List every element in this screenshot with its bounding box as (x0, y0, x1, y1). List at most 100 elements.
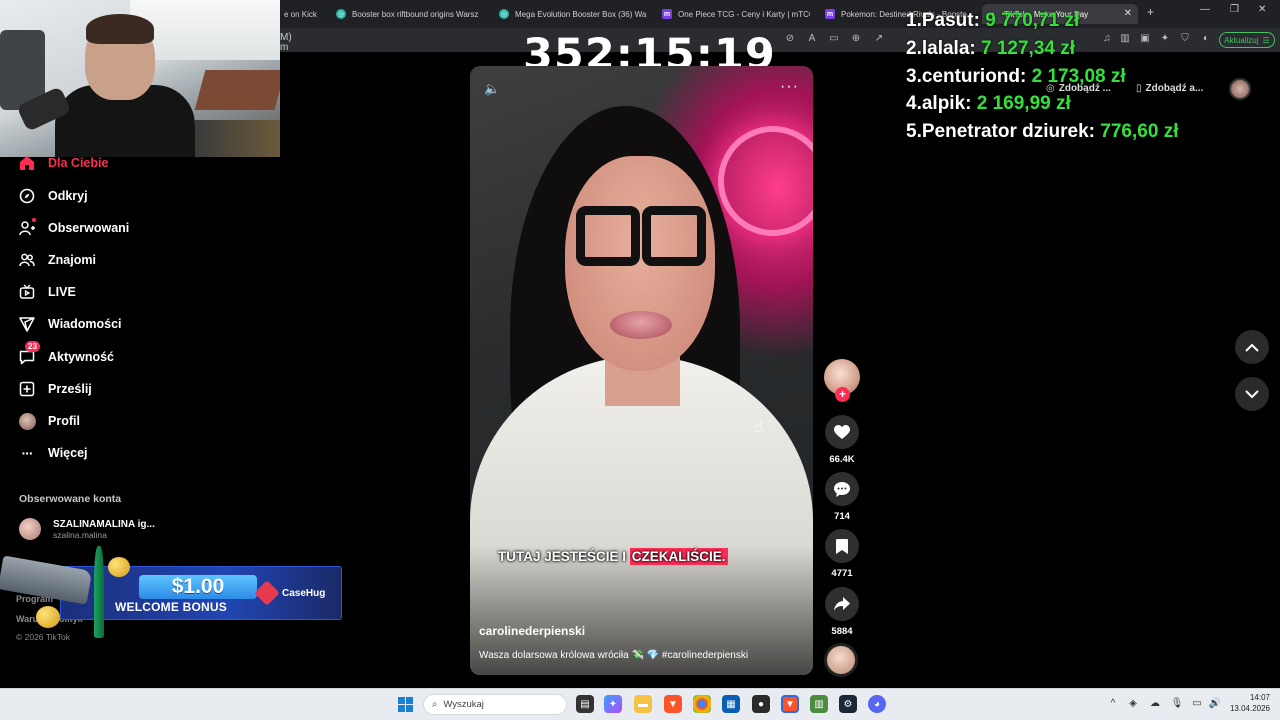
leaderboard-row: 4.alpik: 2 169,99 zł (906, 93, 1071, 114)
sidebar-item-activity[interactable]: 23 Aktywność (18, 341, 114, 367)
m-icon: m (825, 9, 835, 19)
phone-icon: ▯ (1136, 83, 1142, 94)
heart-icon (825, 415, 859, 449)
vpn-icon[interactable]: ◐ (1199, 33, 1213, 44)
close-window-icon[interactable]: ✕ (1258, 4, 1266, 15)
zoom-icon[interactable]: ⊕ (849, 33, 863, 44)
activity-badge: 23 (25, 341, 40, 352)
discord-icon[interactable]: ◕ (868, 695, 886, 713)
share-icon[interactable]: ↗ (872, 33, 886, 44)
steam-icon[interactable]: ⚙ (839, 695, 857, 713)
get-app-button[interactable]: ▯ Zdobądź a... (1136, 81, 1203, 96)
video-player[interactable]: 🔈 ··· TUTAJ JESTEŚCIE I CZEKALIŚCIE. car… (470, 66, 813, 675)
tray-app-icon[interactable]: ◈ (1126, 698, 1140, 709)
next-video-button[interactable] (1235, 377, 1269, 411)
microphone-icon[interactable]: 🎙 (1170, 698, 1184, 709)
sidebar-item-following[interactable]: Obserwowani (18, 218, 129, 238)
shield-icon[interactable]: ⛉ (1178, 33, 1192, 44)
tab-mega-evolution[interactable]: ◎ Mega Evolution Booster Box (36) Wa (499, 4, 647, 24)
mouse-cursor-icon: ☝ (754, 419, 764, 436)
music-icon[interactable]: ♫ (1100, 33, 1114, 44)
more-options-icon[interactable]: ··· (780, 78, 799, 96)
sidebar-item-live[interactable]: LIVE (18, 282, 76, 302)
file-explorer-icon[interactable]: ▬ (634, 695, 652, 713)
search-icon: ⌕ (432, 699, 438, 710)
taskbar-clock[interactable]: 14:07 13.04.2026 (1224, 692, 1270, 714)
music-disc[interactable] (824, 643, 858, 677)
leaderboard-row: 3.centuriond: 2 173,08 zł (906, 66, 1126, 87)
sidebar-item-profile[interactable]: Profil (18, 411, 80, 431)
leaderboard-row: 1.Pasut: 9 770,71 zł (906, 10, 1080, 31)
brave-active-icon[interactable]: ▼ (781, 695, 799, 713)
restore-icon[interactable]: ❐ (1230, 4, 1239, 15)
glasses-right (642, 206, 706, 266)
profile-avatar (18, 412, 36, 430)
wallet-icon[interactable]: ▣ (1138, 33, 1152, 44)
share-arrow-icon (825, 587, 859, 621)
pistol-graphic (0, 555, 93, 605)
user-follow-icon (18, 218, 36, 237)
volume-tray-icon[interactable]: 🔊 (1208, 698, 1222, 709)
like-button[interactable]: 66.4K (824, 415, 860, 465)
coin-graphic (108, 557, 130, 577)
casehug-logo-icon (254, 580, 280, 606)
task-view-icon[interactable]: ▤ (576, 695, 594, 713)
followed-account-item[interactable]: SZALINAMALINA ig... szalina.malina (19, 518, 155, 540)
previous-video-button[interactable] (1235, 330, 1269, 364)
cast-icon[interactable]: ▭ (827, 33, 841, 44)
share-button[interactable]: 5884 (824, 587, 860, 637)
webcam-feed (0, 0, 280, 157)
network-icon[interactable]: ▭ (1190, 698, 1204, 709)
sidebar-item-friends[interactable]: Znajomi (18, 250, 96, 270)
copilot-icon[interactable]: ✦ (604, 695, 622, 713)
neon-heart-light (718, 126, 813, 236)
sidebar-item-messages[interactable]: Wiadomości (18, 314, 122, 334)
obs-icon[interactable]: ● (752, 695, 770, 713)
chrome-icon[interactable] (693, 695, 711, 713)
comment-icon (825, 472, 859, 506)
glasses-left (576, 206, 640, 266)
address-bar[interactable]: M) m (280, 33, 292, 53)
banner-subtitle: WELCOME BONUS (115, 600, 227, 614)
leaderboard-row: 2.lalala: 7 127,34 zł (906, 38, 1076, 59)
sidebar-item-explore[interactable]: Odkryj (18, 186, 88, 206)
brave-icon[interactable]: ▼ (664, 695, 682, 713)
live-tv-icon (18, 283, 36, 301)
tab-riftbound[interactable]: ◎ Booster box riftbound origins Warsz (336, 4, 484, 24)
comment-button[interactable]: 714 (824, 472, 860, 522)
translate-icon[interactable]: A (805, 33, 819, 44)
update-button[interactable]: Aktualizuj ☰ (1219, 32, 1275, 48)
globe-icon: ◎ (336, 9, 346, 19)
sidebar-item-more[interactable]: ··· Więcej (18, 443, 88, 463)
sidebar-item-upload[interactable]: Prześlij (18, 379, 92, 399)
save-count: 4771 (831, 568, 853, 579)
volume-icon[interactable]: 🔈 (484, 81, 500, 97)
more-dots-icon: ··· (21, 445, 34, 461)
new-tab-icon[interactable]: + (1147, 5, 1154, 19)
sidebar-icon[interactable]: ▥ (1118, 33, 1132, 44)
extensions-icon[interactable]: ✦ (1158, 33, 1172, 44)
video-caption: TUTAJ JESTEŚCIE I CZEKALIŚCIE. (498, 548, 728, 565)
follow-plus-icon[interactable]: + (835, 387, 850, 402)
close-tab-icon[interactable]: ✕ (1124, 8, 1132, 19)
tray-chevron-up-icon[interactable]: ^ (1106, 698, 1120, 709)
header-profile-avatar[interactable] (1229, 78, 1251, 100)
bookmark-icon (825, 529, 859, 563)
save-button[interactable]: 4771 (824, 529, 860, 579)
cam-person-hair (86, 14, 154, 44)
taskbar-search-input[interactable]: ⌕ Wyszukaj (423, 694, 567, 715)
tab-one-piece[interactable]: m One Piece TCG - Ceny i Karty | mTCG (662, 4, 810, 24)
windows-start-icon[interactable] (398, 697, 413, 712)
minimize-icon[interactable]: — (1200, 4, 1210, 15)
tray-onedrive-icon[interactable]: ☁ (1148, 698, 1162, 709)
friends-icon (18, 251, 36, 269)
like-count: 66.4K (829, 454, 855, 465)
tab-kick[interactable]: e on Kick (284, 4, 334, 24)
video-username[interactable]: carolinederpienski (479, 624, 585, 638)
mute-icon[interactable]: ⊘ (783, 33, 797, 44)
calculator-icon[interactable]: ▥ (810, 695, 828, 713)
store-icon[interactable]: ▦ (722, 695, 740, 713)
share-count: 5884 (831, 626, 853, 637)
globe-icon: ◎ (499, 9, 509, 19)
sidebar-item-for-you[interactable]: Dla Ciebie (18, 153, 108, 173)
